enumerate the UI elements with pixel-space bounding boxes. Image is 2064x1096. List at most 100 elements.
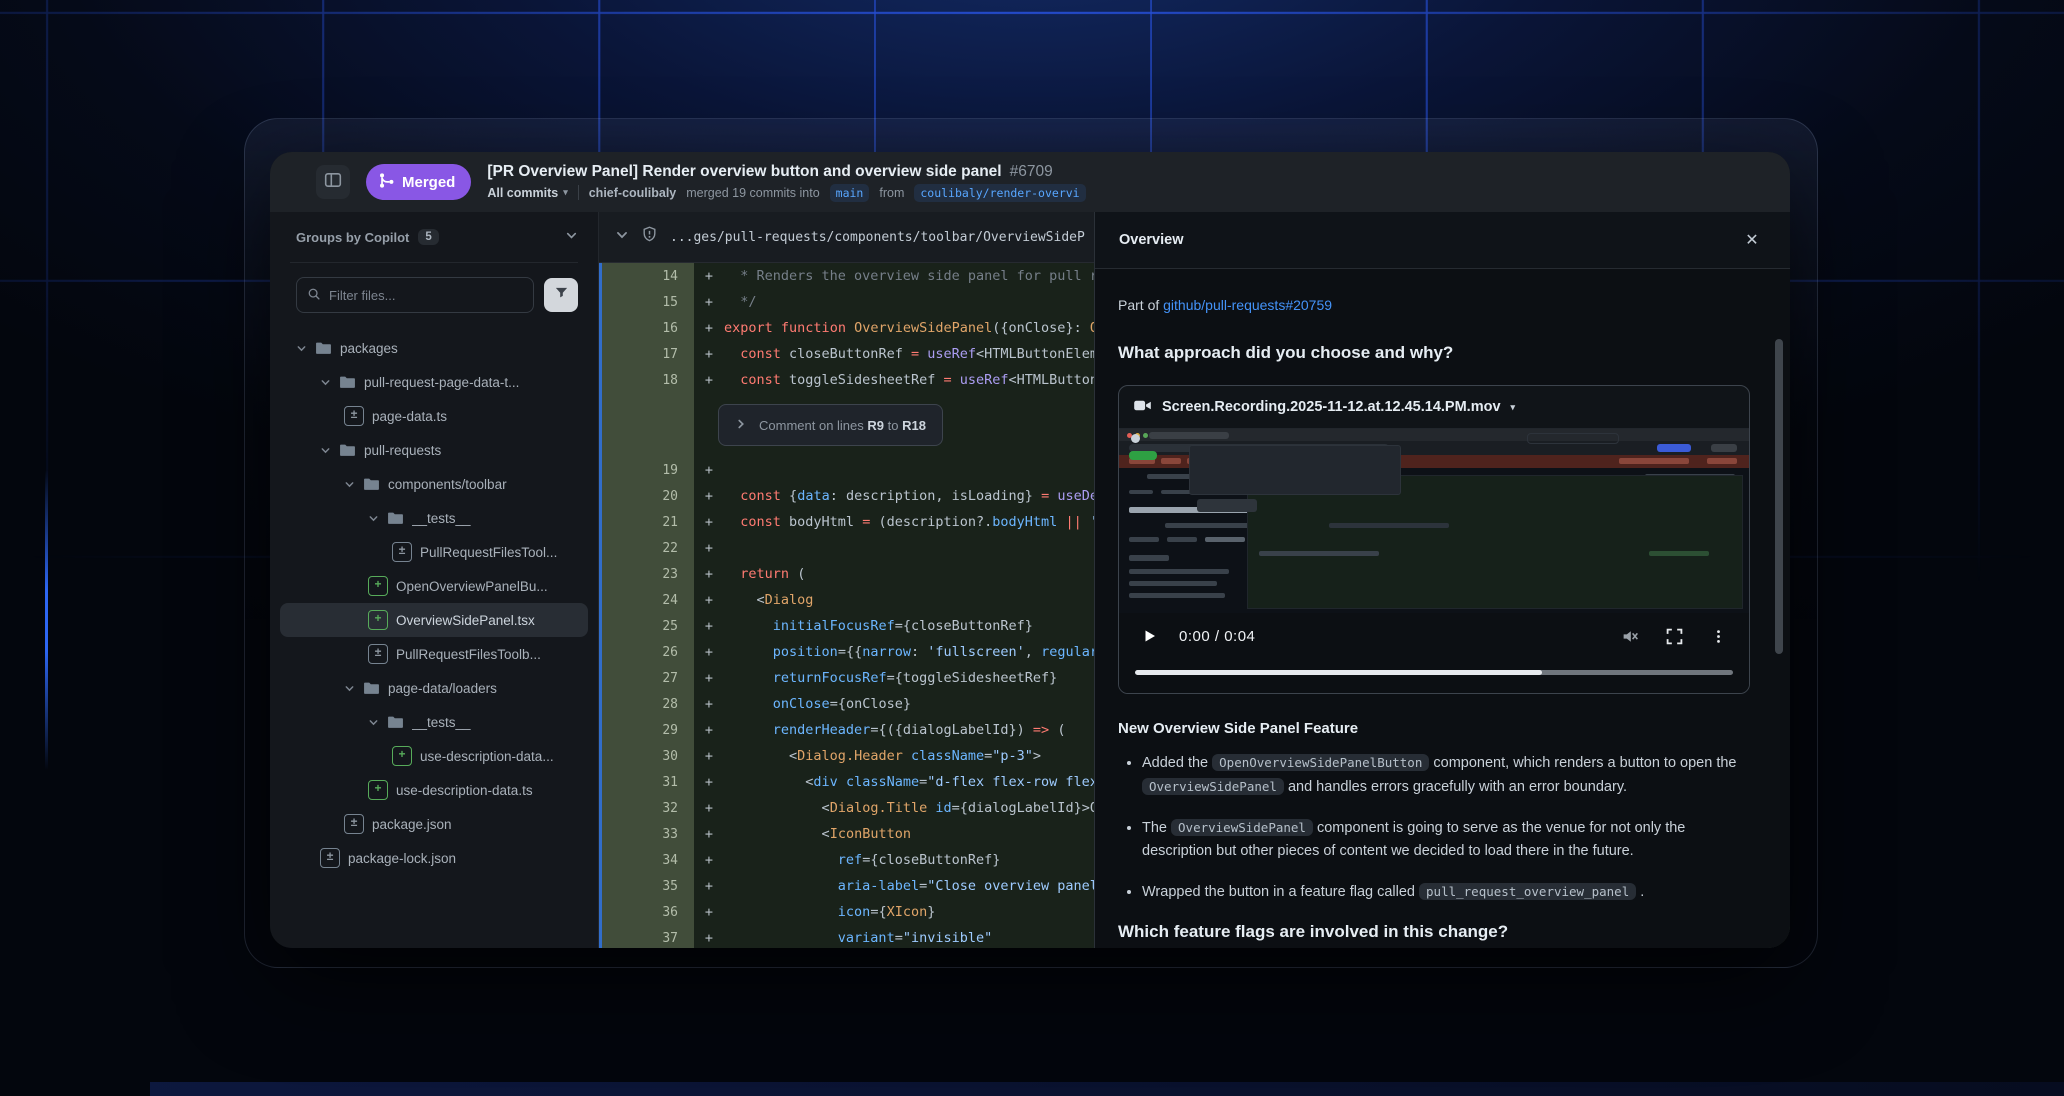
tree-item-packages[interactable]: packages [280, 331, 588, 365]
tree-item-label: use-description-data... [420, 749, 554, 764]
search-icon [307, 287, 321, 304]
title-block: [PR Overview Panel] Render overview butt… [487, 163, 1085, 202]
added-marker: + [694, 748, 724, 764]
feature-bullet-list: Added the OpenOverviewSidePanelButton co… [1118, 751, 1748, 904]
chevron-down-icon [615, 228, 629, 247]
added-marker: + [694, 644, 724, 660]
tree-item-label: components/toolbar [388, 477, 507, 492]
tree-item-label: packages [340, 341, 398, 356]
filter-options-button[interactable] [544, 278, 578, 312]
grid-glow-left [45, 470, 48, 770]
tree-item-tests[interactable]: __tests__ [280, 501, 588, 535]
added-marker: + [694, 852, 724, 868]
video-progress[interactable] [1119, 659, 1749, 693]
tree-item-pull-request-page-data-t[interactable]: pull-request-page-data-t... [280, 365, 588, 399]
added-marker: + [694, 462, 724, 478]
tree-item-overviewsidepanel-tsx[interactable]: +OverviewSidePanel.tsx [280, 603, 588, 637]
video-file-dropdown[interactable]: Screen.Recording.2025-11-12.at.12.45.14.… [1119, 386, 1749, 428]
comment-prompt-label: Comment on lines R9 to R18 [759, 418, 926, 433]
chevron-right-icon [735, 418, 747, 433]
parent-issue-link[interactable]: github/pull-requests#20759 [1163, 297, 1332, 313]
tree-item-pullrequestfilestool[interactable]: ±PullRequestFilesTool... [280, 535, 588, 569]
chevron-down-icon: ▾ [1511, 402, 1516, 413]
file-added-icon: + [368, 780, 388, 800]
folder-icon [315, 340, 332, 357]
file-added-icon: + [368, 610, 388, 630]
chevron-down-icon [344, 479, 355, 490]
filter-placeholder: Filter files... [329, 288, 395, 303]
chevron-down-icon: ▾ [563, 187, 568, 198]
panel-scrollbar[interactable] [1775, 339, 1783, 654]
fullscreen-button[interactable] [1659, 628, 1689, 645]
inline-code: OverviewSidePanel [1142, 778, 1284, 795]
tree-item-use-description-data[interactable]: +use-description-data... [280, 739, 588, 773]
play-button[interactable] [1135, 628, 1165, 644]
added-marker: + [694, 826, 724, 842]
merge-text: merged 19 commits into [686, 186, 819, 200]
line-number: 17 [602, 347, 694, 362]
head-branch-chip[interactable]: coulibaly/render-overvi [914, 184, 1085, 202]
video-time: 0:00 / 0:04 [1179, 628, 1255, 645]
status-badge-label: Merged [402, 174, 455, 191]
base-branch-chip[interactable]: main [830, 184, 870, 202]
added-marker: + [694, 320, 724, 336]
folder-icon [387, 510, 404, 527]
folder-icon [339, 442, 356, 459]
folder-icon [387, 714, 404, 731]
tree-item-package-lock-json[interactable]: ±package-lock.json [280, 841, 588, 875]
tree-item-label: package-lock.json [348, 851, 456, 866]
funnel-icon [554, 285, 569, 305]
question-heading-flags: Which feature flags are involved in this… [1118, 922, 1748, 942]
tree-item-page-data-ts[interactable]: ±page-data.ts [280, 399, 588, 433]
tree-item-pullrequestfilestoolb[interactable]: ±PullRequestFilesToolb... [280, 637, 588, 671]
line-number: 20 [602, 489, 694, 504]
groups-row[interactable]: Groups by Copilot 5 [270, 212, 598, 262]
video-preview[interactable] [1119, 428, 1749, 613]
tree-item-page-data-loaders[interactable]: page-data/loaders [280, 671, 588, 705]
app-window: Merged [PR Overview Panel] Render overvi… [270, 152, 1790, 948]
window-header: Merged [PR Overview Panel] Render overvi… [270, 152, 1790, 212]
commits-dropdown[interactable]: All commits▾ [487, 186, 567, 200]
added-marker: + [694, 514, 724, 530]
line-number: 35 [602, 879, 694, 894]
mute-button[interactable] [1615, 627, 1645, 646]
feature-bullet: Added the OpenOverviewSidePanelButton co… [1142, 751, 1748, 799]
tree-item-label: PullRequestFilesTool... [420, 545, 557, 560]
line-number: 34 [602, 853, 694, 868]
folder-icon [363, 476, 380, 493]
video-filename: Screen.Recording.2025-11-12.at.12.45.14.… [1162, 399, 1501, 415]
inline-code: pull_request_overview_panel [1419, 883, 1636, 900]
tree-item-label: page-data/loaders [388, 681, 497, 696]
folder-icon [339, 374, 356, 391]
added-marker: + [694, 566, 724, 582]
filter-files-input[interactable]: Filter files... [296, 277, 534, 313]
tree-item-pull-requests[interactable]: pull-requests [280, 433, 588, 467]
comment-on-lines-button[interactable]: Comment on lines R9 to R18 [718, 404, 943, 446]
grid-glow-bottom [150, 1082, 2064, 1096]
close-button[interactable]: ✕ [1738, 226, 1766, 254]
window-body: Groups by Copilot 5 Filter files... pack… [270, 212, 1790, 948]
tree-item-openoverviewpanelbu[interactable]: +OpenOverviewPanelBu... [280, 569, 588, 603]
section-heading: New Overview Side Panel Feature [1118, 720, 1748, 737]
tree-item-label: pull-requests [364, 443, 441, 458]
added-marker: + [694, 372, 724, 388]
tree-item-components-toolbar[interactable]: components/toolbar [280, 467, 588, 501]
tree-item-use-description-data-ts[interactable]: + use-description-data.ts [280, 773, 588, 807]
tree-item-label: use-description-data.ts [396, 783, 533, 798]
feature-bullet: Wrapped the button in a feature flag cal… [1142, 880, 1748, 904]
tree-item-tests[interactable]: __tests__ [280, 705, 588, 739]
question-heading-approach: What approach did you choose and why? [1118, 343, 1748, 363]
video-menu-button[interactable] [1703, 629, 1733, 644]
tree-item-package-json[interactable]: ±package.json [280, 807, 588, 841]
sidebar-toggle-button[interactable] [316, 165, 350, 199]
added-marker: + [694, 930, 724, 946]
pr-subtitle: All commits▾ chief-coulibaly merged 19 c… [487, 184, 1085, 202]
tree-item-label: __tests__ [412, 511, 471, 526]
tree-item-label: page-data.ts [372, 409, 447, 424]
file-tree: packages pull-request-page-data-t...±page… [270, 325, 598, 948]
chevron-down-icon [320, 445, 331, 456]
added-marker: + [694, 904, 724, 920]
filter-row: Filter files... [270, 263, 598, 325]
groups-count-badge: 5 [418, 229, 438, 245]
overview-panel-header: Overview ✕ [1095, 212, 1790, 269]
